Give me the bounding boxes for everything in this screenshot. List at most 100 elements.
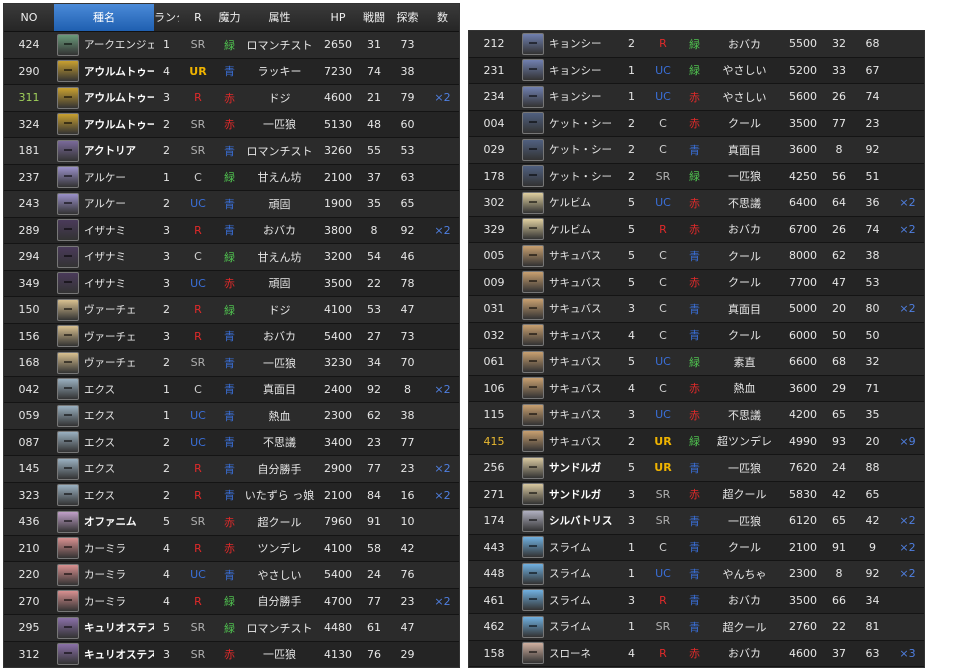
header-magic[interactable]: 魔力 — [217, 4, 242, 31]
cell-battles: 62 — [824, 249, 854, 262]
table-row[interactable]: 424アークエンジェル1SR緑ロマンチスト26503173 — [4, 32, 459, 59]
header-battles[interactable]: 戦闘 — [359, 4, 389, 31]
table-row[interactable]: 443スライム1C青クール2100919×2 — [469, 535, 924, 562]
cell-magic: 青 — [682, 566, 707, 582]
table-row[interactable]: 295キュリオステス5SR緑ロマンチスト44806147 — [4, 615, 459, 642]
cell-explore: 36 — [854, 196, 891, 209]
cell-battles: 42 — [824, 488, 854, 501]
table-row[interactable]: 270カーミラ4R緑自分勝手47007723×2 — [4, 589, 459, 616]
table-row[interactable]: 448スライム1UC青やんちゃ2300892×2 — [469, 561, 924, 588]
table-row[interactable]: 312キュリオステス3SR赤一匹狼41307629 — [4, 642, 459, 668]
table-row[interactable]: 243アルケー2UC青頑固19003565 — [4, 191, 459, 218]
monster-avatar-icon — [57, 458, 79, 480]
cell-attribute: いたずら っ娘 — [242, 487, 317, 503]
table-row[interactable]: 271サンドルガ3SR赤超クール58304265 — [469, 482, 924, 509]
table-row[interactable]: 168ヴァーチェ2SR青一匹狼32303470 — [4, 350, 459, 377]
table-row[interactable]: 220カーミラ4UC青やさしい54002476 — [4, 562, 459, 589]
table-row[interactable]: 174シルバトリス3SR青一匹狼61206542×2 — [469, 508, 924, 535]
cell-no: 178 — [469, 170, 519, 183]
cell-battles: 35 — [359, 197, 389, 210]
table-row[interactable]: 436オファニム5SR赤超クール79609110 — [4, 509, 459, 536]
cell-count: ×2 — [426, 489, 459, 502]
cell-hp: 5200 — [782, 64, 824, 77]
monster-name: キョンシー — [549, 36, 602, 51]
cell-no: 009 — [469, 276, 519, 289]
cell-rank: 5 — [619, 196, 644, 209]
table-row[interactable]: 294イザナミ3C緑甘えん坊32005446 — [4, 244, 459, 271]
cell-hp: 6120 — [782, 514, 824, 527]
table-row[interactable]: 462スライム1SR青超クール27602281 — [469, 614, 924, 641]
header-explore[interactable]: 探索 — [389, 4, 426, 31]
table-row[interactable]: 087エクス2UC青不思議34002377 — [4, 430, 459, 457]
header-rank[interactable]: ランク — [154, 4, 179, 31]
cell-battles: 91 — [359, 515, 389, 528]
table-row[interactable]: 302ケルビム5UC赤不思議64006436×2 — [469, 190, 924, 217]
header-hp[interactable]: HP — [317, 4, 359, 31]
table-row[interactable]: 032サキュバス4C青クール60005050 — [469, 323, 924, 350]
table-row[interactable]: 290アウルムトゥーラ4UR青ラッキー72307438 — [4, 59, 459, 86]
monster-avatar-icon — [57, 87, 79, 109]
table-row[interactable]: 323エクス2R青いたずら っ娘21008416×2 — [4, 483, 459, 510]
table-row[interactable]: 156ヴァーチェ3R青おバカ54002773 — [4, 324, 459, 351]
table-row[interactable]: 059エクス1UC青熱血23006238 — [4, 403, 459, 430]
table-row[interactable]: 005サキュバス5C青クール80006238 — [469, 243, 924, 270]
cell-rarity: R — [644, 594, 682, 607]
table-row[interactable]: 181アクトリア2SR青ロマンチスト32605553 — [4, 138, 459, 165]
cell-rarity: R — [179, 542, 217, 555]
cell-hp: 2100 — [317, 489, 359, 502]
cell-name: カーミラ — [54, 590, 154, 612]
header-rarity[interactable]: R — [179, 4, 217, 31]
table-row[interactable]: 031サキュバス3C青真面目50002080×2 — [469, 296, 924, 323]
cell-attribute: 頑固 — [242, 196, 317, 212]
cell-explore: 50 — [854, 329, 891, 342]
monster-avatar-icon — [57, 564, 79, 586]
table-row[interactable]: 349イザナミ3UC赤頑固35002278 — [4, 271, 459, 298]
table-row[interactable]: 461スライム3R青おバカ35006634 — [469, 588, 924, 615]
cell-hp: 7230 — [317, 65, 359, 78]
table-row[interactable]: 029ケット・シー2C青真面目3600892 — [469, 137, 924, 164]
table-row[interactable]: 212キョンシー2R緑おバカ55003268 — [469, 31, 924, 58]
table-row[interactable]: 145エクス2R青自分勝手29007723×2 — [4, 456, 459, 483]
table-row[interactable]: 415サキュバス2UR緑超ツンデレ49909320×9 — [469, 429, 924, 456]
cell-no: 294 — [4, 250, 54, 263]
cell-magic: 青 — [682, 142, 707, 158]
cell-name: サキュバス — [519, 430, 619, 452]
table-row[interactable]: 329ケルビム5R赤おバカ67002674×2 — [469, 217, 924, 244]
table-row[interactable]: 231キョンシー1UC緑やさしい52003367 — [469, 58, 924, 85]
table-row[interactable]: 042エクス1C青真面目2400928×2 — [4, 377, 459, 404]
cell-magic: 赤 — [217, 275, 242, 291]
cell-explore: 92 — [854, 143, 891, 156]
table-row[interactable]: 256サンドルガ5UR青一匹狼76202488 — [469, 455, 924, 482]
cell-battles: 68 — [824, 355, 854, 368]
table-row[interactable]: 004ケット・シー2C赤クール35007723 — [469, 111, 924, 138]
cell-rarity: C — [179, 171, 217, 184]
table-row[interactable]: 150ヴァーチェ2R緑ドジ41005347 — [4, 297, 459, 324]
table-row[interactable]: 158スローネ4R赤おバカ46003763×3 — [469, 641, 924, 668]
monster-name: ケット・シー — [549, 116, 612, 131]
table-row[interactable]: 009サキュバス5C赤クール77004753 — [469, 270, 924, 297]
table-row[interactable]: 237アルケー1C緑甘えん坊21003763 — [4, 165, 459, 192]
table-row[interactable]: 324アウルムトゥーラ2SR赤一匹狼51304860 — [4, 112, 459, 139]
table-row[interactable]: 106サキュバス4C赤熱血36002971 — [469, 376, 924, 403]
table-row[interactable]: 061サキュバス5UC緑素直66006832 — [469, 349, 924, 376]
table-row[interactable]: 311アウルムトゥーラ3R赤ドジ46002179×2 — [4, 85, 459, 112]
monster-name: エクス — [84, 488, 115, 503]
cell-no: 004 — [469, 117, 519, 130]
header-attribute[interactable]: 属性 — [242, 4, 317, 31]
cell-no: 270 — [4, 595, 54, 608]
table-row[interactable]: 210カーミラ4R赤ツンデレ41005842 — [4, 536, 459, 563]
header-name[interactable]: 種名 — [54, 4, 154, 31]
table-row[interactable]: 234キョンシー1UC赤やさしい56002674 — [469, 84, 924, 111]
cell-rarity: C — [644, 143, 682, 156]
cell-rarity: R — [644, 37, 682, 50]
table-row[interactable]: 289イザナミ3R青おバカ3800892×2 — [4, 218, 459, 245]
table-row[interactable]: 115サキュバス3UC赤不思議42006535 — [469, 402, 924, 429]
header-no[interactable]: NO — [4, 4, 54, 31]
cell-rarity: UC — [644, 90, 682, 103]
monster-avatar-icon — [522, 192, 544, 214]
monster-name: イザナミ — [84, 276, 126, 291]
table-row[interactable]: 178ケット・シー2SR緑一匹狼42505651 — [469, 164, 924, 191]
header-count[interactable]: 数 — [426, 4, 459, 31]
cell-attribute: 素直 — [707, 354, 782, 370]
monster-name: カーミラ — [84, 541, 126, 556]
